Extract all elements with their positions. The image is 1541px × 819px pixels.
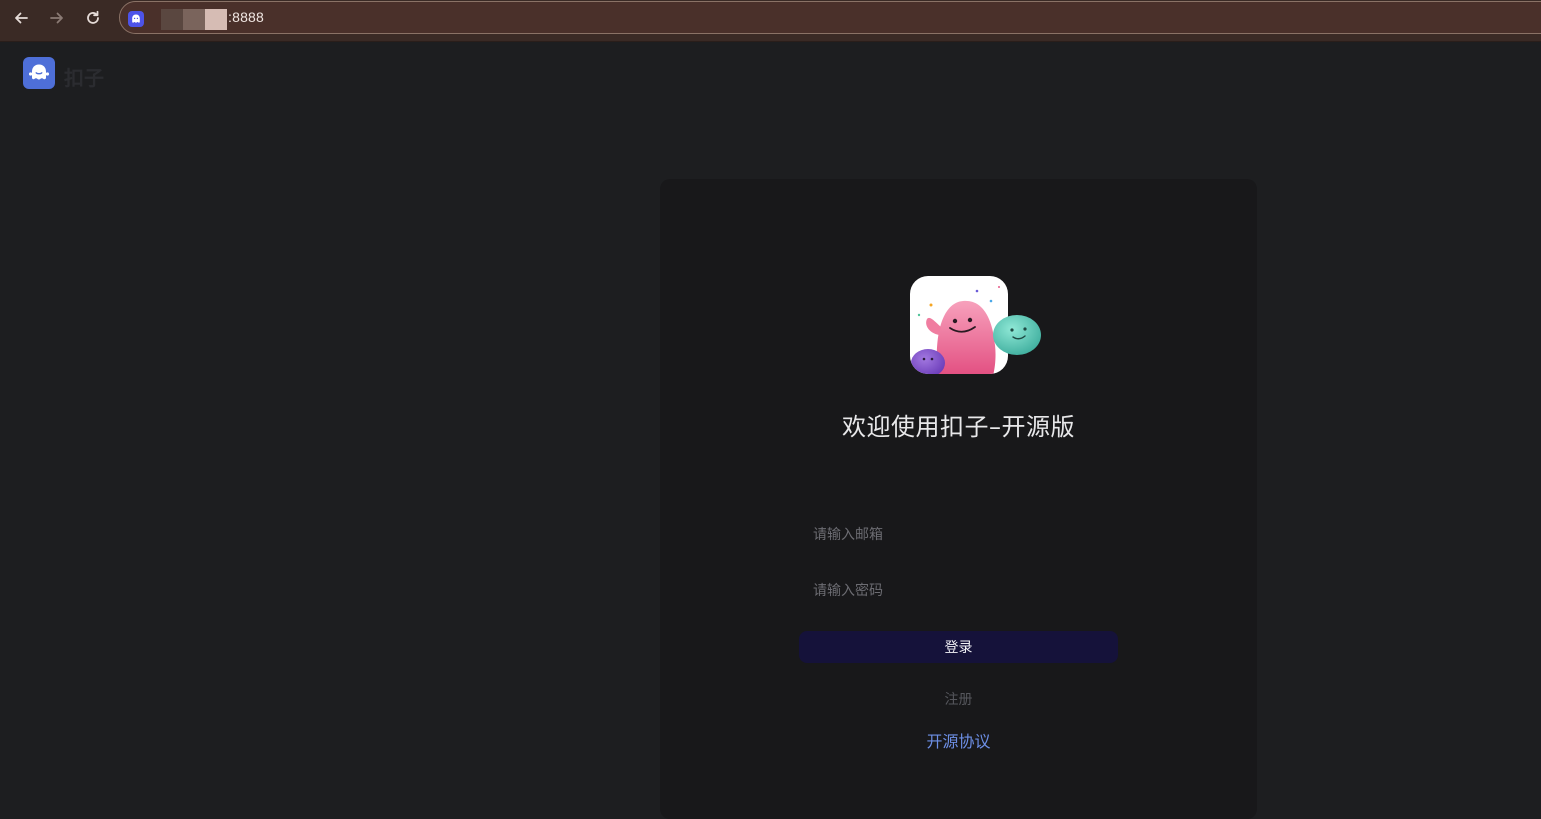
app-name: 扣子 [64, 66, 104, 90]
welcome-title: 欢迎使用扣子–开源版 [842, 413, 1075, 441]
redacted-url-part [183, 9, 205, 30]
register-link[interactable]: 注册 [660, 689, 1257, 709]
password-field[interactable] [799, 573, 1118, 609]
forward-arrow-icon[interactable] [45, 8, 69, 28]
site-favicon-icon [128, 11, 144, 27]
email-field[interactable] [799, 517, 1118, 553]
browser-toolbar: :8888 [0, 0, 1541, 42]
reload-icon[interactable] [81, 8, 105, 28]
address-bar[interactable]: :8888 [119, 1, 1541, 34]
open-source-license-link[interactable]: 开源协议 [660, 728, 1257, 752]
coze-logo-icon[interactable] [23, 57, 55, 89]
login-button[interactable]: 登录 [799, 631, 1118, 663]
url-text: :8888 [228, 9, 265, 25]
redacted-url-part [205, 9, 227, 30]
login-card: 欢迎使用扣子–开源版 登录 注册 开源协议 [660, 179, 1257, 819]
redacted-url-part [161, 9, 183, 30]
back-arrow-icon[interactable] [9, 8, 33, 28]
mascot-illustration [910, 276, 1041, 374]
